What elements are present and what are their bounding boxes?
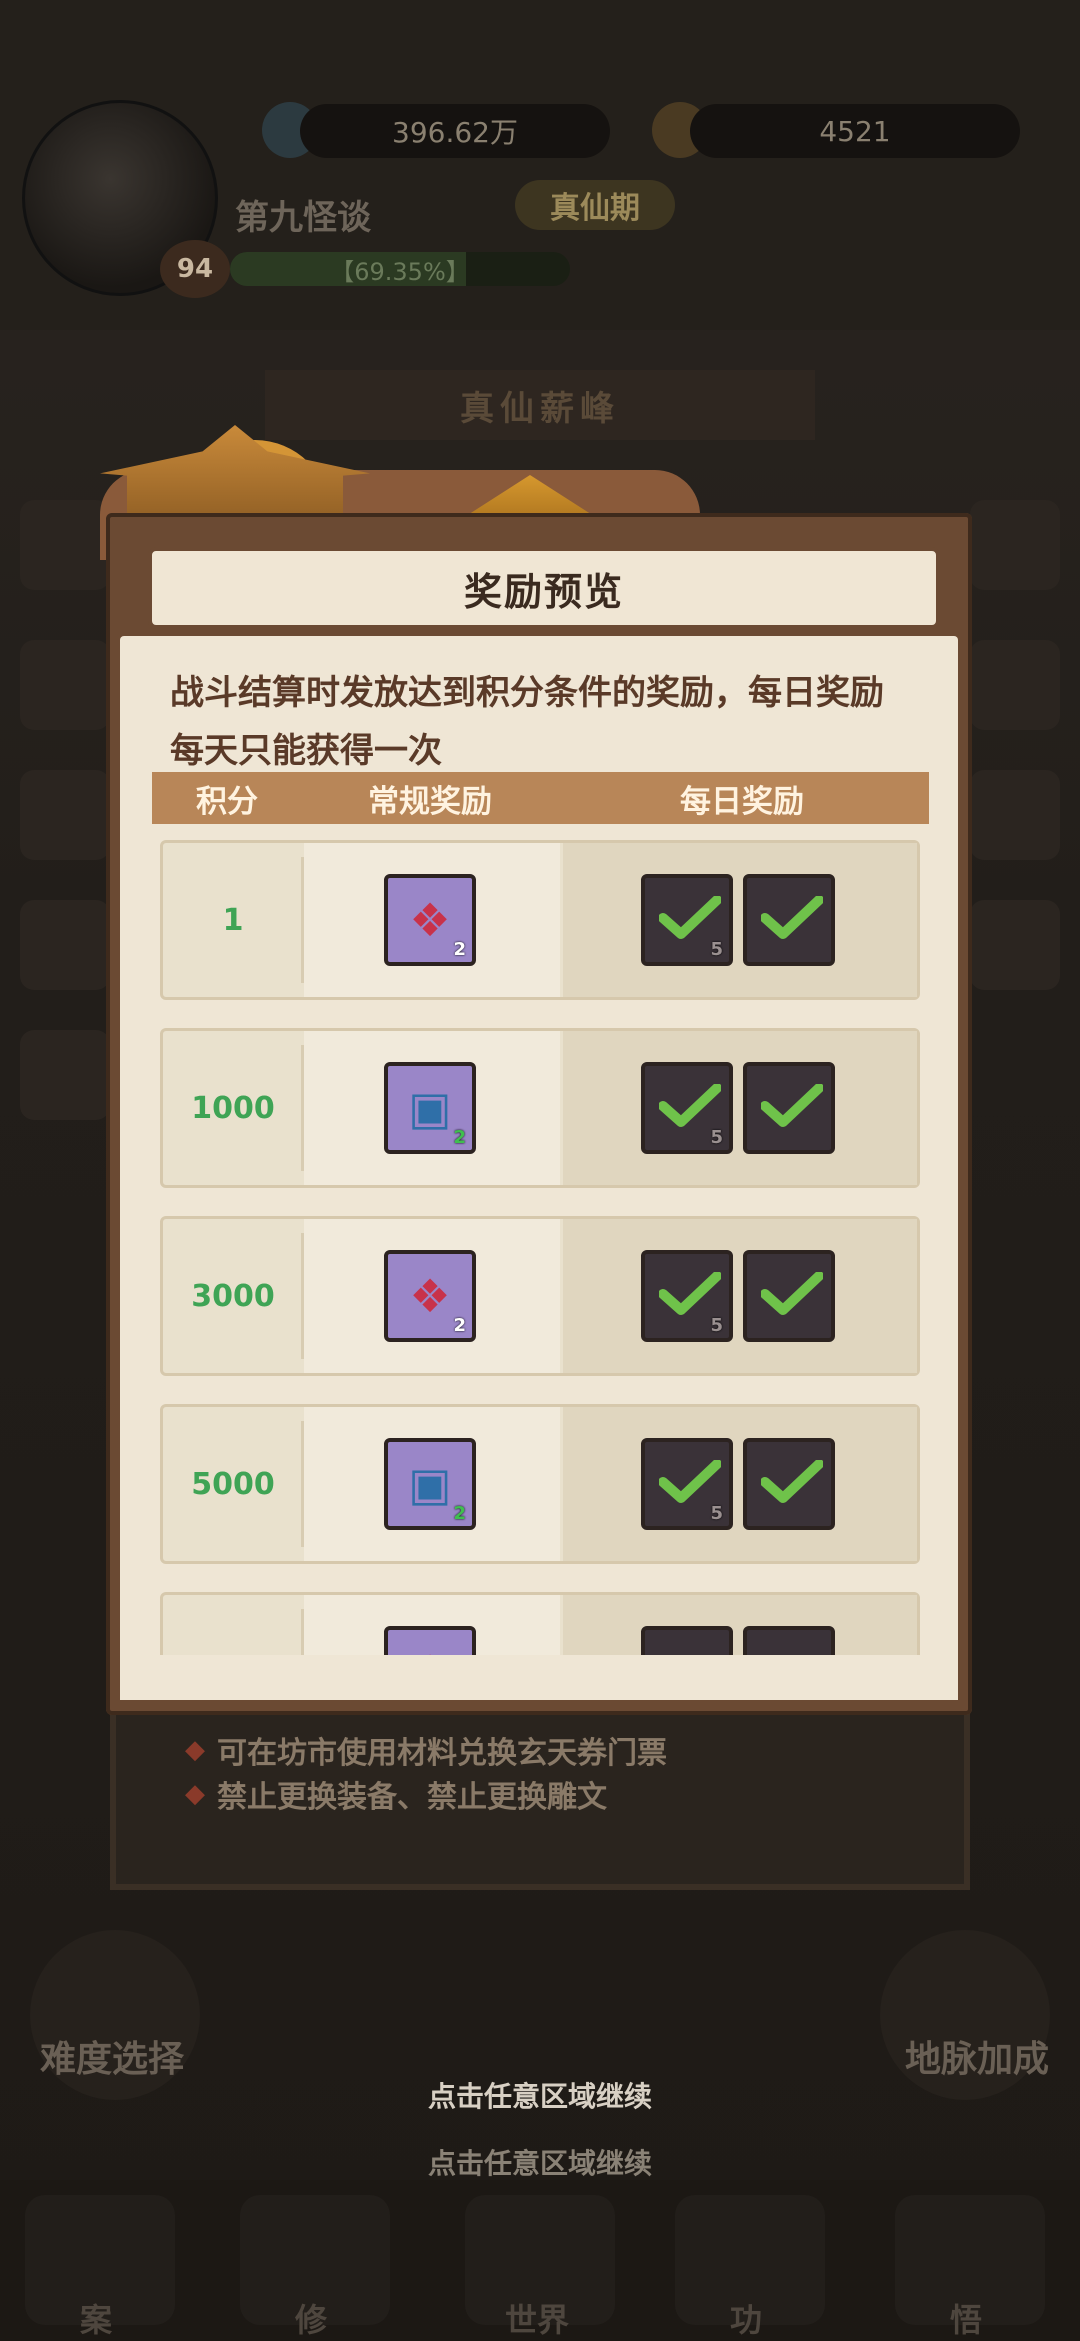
reward-table-header: 积分 常规奖励 每日奖励: [152, 772, 929, 824]
normal-reward-cell: ❖: [304, 1595, 560, 1655]
diamond-bullet-icon: ◆: [185, 1735, 205, 1765]
item-count: 2: [453, 1127, 466, 1148]
rule-line: ◆ 可在坊市使用材料兑换玄天券门票: [185, 1728, 667, 1772]
exp-percent-text: 【69.35%】: [330, 257, 470, 286]
bg-side-tile: [970, 500, 1060, 590]
dark-brush-item-icon[interactable]: [743, 1250, 835, 1342]
claimed-check-icon: [659, 1460, 721, 1503]
normal-reward-cell: ❖ 2: [304, 1219, 560, 1373]
column-header-score: 积分: [196, 783, 258, 820]
exp-bar: 【69.35%】: [230, 252, 570, 286]
daily-reward-cell: 5: [563, 1219, 917, 1373]
column-header-daily-reward: 每日奖励: [680, 783, 804, 820]
continue-hint-echo[interactable]: 点击任意区域继续: [0, 2142, 1080, 2182]
diamond-bullet-icon: ◆: [185, 1779, 205, 1809]
red-scroll-fan-icon[interactable]: ❖ 2: [384, 874, 476, 966]
modal-bottom-strip: [120, 1662, 958, 1700]
claimed-check-icon: [659, 1084, 721, 1127]
claimed-check-icon: [761, 1084, 823, 1127]
table-row: 1000 ▣ 2 5: [160, 1028, 920, 1188]
bg-side-tile: [970, 900, 1060, 990]
item-count: 2: [453, 939, 466, 960]
table-row: 1 ❖ 2 5: [160, 840, 920, 1000]
dark-fan-item-icon[interactable]: [641, 1626, 733, 1655]
modal-title: 奖励预览: [463, 569, 624, 614]
currency-1-pill: 396.62万: [300, 104, 610, 158]
table-row: ❖: [160, 1592, 920, 1655]
currency-2-pill: 4521: [690, 104, 1020, 158]
bg-side-tile: [20, 900, 110, 990]
daily-reward-cell: [563, 1595, 917, 1655]
rule-line: ◆ 禁止更换装备、禁止更换雕文: [185, 1772, 607, 1816]
dark-brush-item-icon[interactable]: [743, 1062, 835, 1154]
nav-label: 悟: [950, 2301, 983, 2339]
blue-treasure-chest-icon[interactable]: ▣ 2: [384, 1438, 476, 1530]
score-cell: 5000: [191, 1466, 275, 1502]
rule-text: 禁止更换装备、禁止更换雕文: [217, 1780, 607, 1815]
daily-reward-cell: 5: [563, 843, 917, 997]
item-count: 2: [453, 1503, 466, 1524]
table-row: 3000 ❖ 2 5: [160, 1216, 920, 1376]
bg-side-tile: [20, 500, 110, 590]
dark-brush-item-icon[interactable]: [743, 874, 835, 966]
rule-text: 可在坊市使用材料兑换玄天券门票: [217, 1736, 667, 1771]
claimed-check-icon: [761, 1272, 823, 1315]
claimed-check-icon: [659, 896, 721, 939]
dark-brush-item-icon[interactable]: [743, 1438, 835, 1530]
claimed-check-icon: [761, 1460, 823, 1503]
column-header-normal-reward: 常规奖励: [368, 783, 492, 820]
nav-label: 修: [295, 2301, 328, 2339]
claimed-check-icon: [761, 896, 823, 939]
item-count: 5: [710, 1315, 723, 1336]
table-row: 5000 ▣ 2 5: [160, 1404, 920, 1564]
item-count: 5: [710, 1127, 723, 1148]
claimed-check-icon: [659, 1272, 721, 1315]
fan-glyph: ❖: [388, 1630, 472, 1655]
modal-header: 奖励预览: [148, 547, 940, 629]
player-level-badge: 94: [160, 240, 230, 298]
daily-reward-cell: 5: [563, 1407, 917, 1561]
score-cell: 1: [222, 902, 244, 938]
modal-description: 战斗结算时发放达到积分条件的奖励，每日奖励每天只能获得一次: [170, 673, 884, 771]
dark-fan-item-icon[interactable]: 5: [641, 1438, 733, 1530]
normal-reward-cell: ❖ 2: [304, 843, 560, 997]
reward-table[interactable]: 1 ❖ 2 5 1000 ▣ 2 5 3000 ❖ 2 5 5000 ▣ 2 5: [152, 830, 929, 1655]
score-cell: 3000: [191, 1278, 275, 1314]
item-count: 5: [710, 1503, 723, 1524]
currency-1-value: 396.62万: [392, 116, 518, 149]
red-scroll-fan-icon[interactable]: ❖ 2: [384, 1250, 476, 1342]
item-count: 2: [453, 1315, 466, 1336]
dark-fan-item-icon[interactable]: 5: [641, 1250, 733, 1342]
realm-badge: 真仙期: [515, 180, 675, 230]
bg-side-tile: [20, 1030, 110, 1120]
bg-side-tile: [20, 770, 110, 860]
continue-hint[interactable]: 点击任意区域继续: [0, 2075, 1080, 2115]
normal-reward-cell: ▣ 2: [304, 1407, 560, 1561]
player-name: 第九怪谈: [235, 198, 371, 238]
nav-label: 世界: [505, 2301, 570, 2339]
dark-brush-item-icon[interactable]: [743, 1626, 835, 1655]
nav-label: 功: [730, 2301, 763, 2339]
item-count: 5: [710, 939, 723, 960]
currency-2-value: 4521: [819, 114, 891, 148]
bg-side-tile: [970, 640, 1060, 730]
red-scroll-fan-icon[interactable]: ❖: [384, 1626, 476, 1655]
dark-fan-item-icon[interactable]: 5: [641, 1062, 733, 1154]
bg-side-tile: [970, 770, 1060, 860]
dark-fan-item-icon[interactable]: 5: [641, 874, 733, 966]
nav-label: 案: [80, 2301, 113, 2339]
normal-reward-cell: ▣ 2: [304, 1031, 560, 1185]
event-title: 真仙薪峰: [265, 370, 815, 440]
daily-reward-cell: 5: [563, 1031, 917, 1185]
bg-side-tile: [20, 640, 110, 730]
blue-treasure-chest-icon[interactable]: ▣ 2: [384, 1062, 476, 1154]
score-cell: 1000: [191, 1090, 275, 1126]
